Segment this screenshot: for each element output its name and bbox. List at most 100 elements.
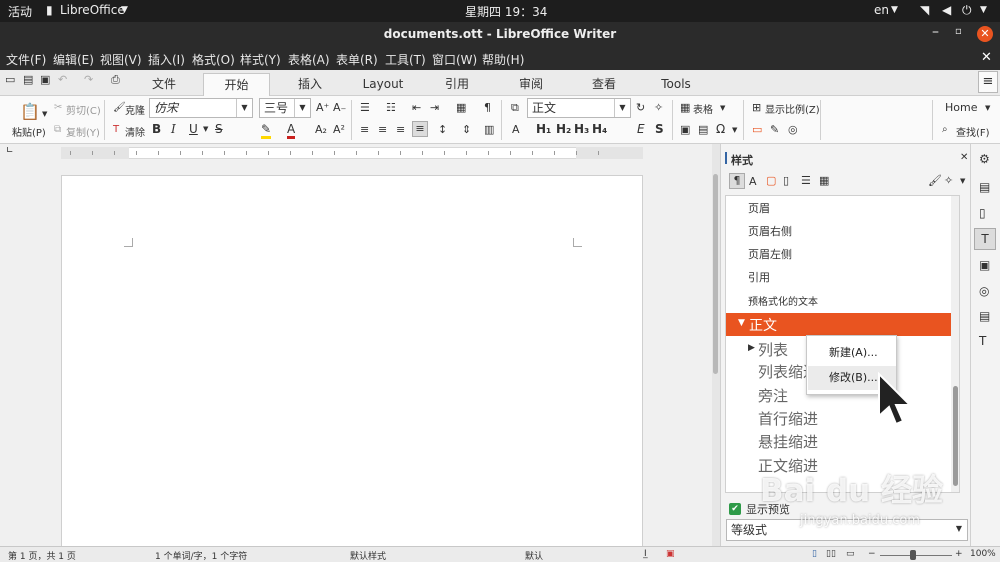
heading3-button[interactable]: H₃ [574, 122, 589, 136]
zoom-percent[interactable]: 100% [970, 549, 996, 559]
chevron-down-icon[interactable]: ▼ [960, 177, 965, 185]
default-paragraph-icon[interactable]: A [512, 123, 520, 136]
align-left-icon[interactable]: ≡ [360, 123, 369, 136]
special-character-icon[interactable]: Ω [716, 122, 725, 136]
undo-icon[interactable]: ↶ [58, 73, 67, 86]
language-status[interactable]: 默认 [525, 549, 543, 562]
zoom-slider[interactable] [880, 555, 952, 556]
tab-stop-icon[interactable]: ∟ [6, 146, 14, 156]
strong-button[interactable]: S [655, 122, 664, 136]
clone-button[interactable]: 克隆 [125, 102, 145, 117]
increase-indent-icon[interactable]: ⇥ [430, 101, 439, 114]
heading1-button[interactable]: H₁ [536, 122, 551, 136]
clear-button[interactable]: 清除 [125, 124, 145, 139]
navigator-icon[interactable]: ◎ [979, 284, 989, 298]
numbered-list-icon[interactable]: ☷ [386, 101, 396, 114]
new-style-icon[interactable]: ✧ [944, 174, 953, 187]
chevron-down-icon[interactable]: ▼ [732, 126, 737, 134]
book-view-icon[interactable]: ▭ [846, 549, 855, 559]
menu-view[interactable]: 视图(V) [100, 51, 142, 68]
chevron-down-icon[interactable]: ▼ [951, 520, 967, 540]
list-styles-icon[interactable]: ☰ [801, 174, 811, 187]
scrollbar-thumb[interactable] [713, 174, 718, 374]
paragraph-style-combo[interactable]: 正文 ▼ [527, 98, 631, 118]
fill-format-icon[interactable]: 🖌 [928, 174, 942, 187]
context-new-item[interactable]: 新建(A)... [808, 341, 896, 365]
hamburger-menu-icon[interactable]: ≡ [978, 71, 998, 93]
menu-insert[interactable]: 插入(I) [148, 51, 185, 68]
chevron-down-icon[interactable]: ▼ [42, 110, 47, 118]
language-indicator[interactable]: en [874, 3, 889, 17]
italic-button[interactable]: I [171, 122, 176, 136]
style-item-preformatted[interactable]: 预格式化的文本 [726, 293, 959, 313]
page-format-icon[interactable]: ▯ [979, 206, 986, 220]
copy-button[interactable]: 复制(Y) [66, 124, 100, 139]
save-icon[interactable]: ▣ [40, 73, 50, 86]
insert-mode-icon[interactable]: I̲ [644, 549, 647, 559]
activities-button[interactable]: 活动 [8, 3, 32, 20]
font-color-icon[interactable]: A [287, 122, 296, 139]
superscript-icon[interactable]: A² [333, 123, 345, 136]
new-document-icon[interactable]: ▭ [5, 73, 15, 86]
document-canvas[interactable] [0, 162, 712, 555]
emphasis-button[interactable]: E [637, 122, 645, 136]
bullet-list-icon[interactable]: ☰ [360, 101, 370, 114]
sidebar-toggle-icon[interactable]: ▥ [484, 123, 494, 136]
font-size-combo[interactable]: 三号 ▼ [259, 98, 311, 118]
zoom-button[interactable]: 显示比例(Z) [765, 101, 820, 116]
formatting-marks-icon[interactable]: ¶ [484, 101, 491, 114]
cut-button[interactable]: 剪切(C) [66, 102, 101, 117]
chart-icon[interactable]: ▤ [698, 123, 708, 136]
find-button[interactable]: 查找(F) [956, 124, 990, 139]
page-style-indicator[interactable]: 默认样式 [350, 549, 386, 562]
tab-view[interactable]: 查看 [580, 73, 628, 96]
strikethrough-button[interactable]: S [215, 122, 223, 136]
tab-file[interactable]: 文件 [140, 73, 188, 96]
styles-deck-icon[interactable]: T [974, 228, 996, 250]
chevron-down-icon[interactable]: ▼ [614, 99, 630, 117]
table-icon[interactable]: ▦ [680, 101, 690, 114]
style-item-quotations[interactable]: 引用 [726, 269, 959, 289]
tab-insert[interactable]: 插入 [285, 73, 335, 96]
menu-file[interactable]: 文件(F) [6, 51, 46, 68]
close-icon[interactable]: ✕ [977, 26, 993, 42]
menu-format[interactable]: 格式(O) [192, 51, 235, 68]
paragraph-spacing-icon[interactable]: ⇕ [462, 123, 471, 136]
menu-form[interactable]: 表单(R) [336, 51, 378, 68]
style-item-header-left[interactable]: 页眉左侧 [726, 246, 959, 266]
paragraph-styles-icon[interactable]: ¶ [729, 173, 745, 189]
background-color-icon[interactable]: ▦ [456, 101, 466, 114]
chevron-down-icon[interactable]: ▼ [294, 99, 310, 117]
page-styles-icon[interactable]: ▯ [783, 174, 789, 187]
bold-button[interactable]: B [152, 122, 161, 136]
menu-table[interactable]: 表格(A) [288, 51, 330, 68]
style-item-header[interactable]: 页眉 [726, 200, 959, 220]
subscript-icon[interactable]: A₂ [315, 123, 327, 136]
align-right-icon[interactable]: ≡ [396, 123, 405, 136]
image-icon[interactable]: ▣ [680, 123, 690, 136]
collapse-arrow-icon[interactable]: ▼ [738, 318, 745, 328]
paste-icon[interactable]: 📋 [20, 102, 40, 121]
close-document-icon[interactable]: ✕ [981, 50, 992, 65]
zoom-in-icon[interactable]: + [955, 549, 963, 559]
chevron-down-icon[interactable]: ▼ [720, 104, 725, 112]
frame-styles-icon[interactable]: ▢ [766, 174, 776, 187]
menu-tools[interactable]: 工具(T) [385, 51, 426, 68]
gallery-icon[interactable]: ▣ [979, 258, 990, 272]
minimize-icon[interactable]: – [932, 24, 939, 40]
power-icon[interactable]: ⏻ [962, 3, 972, 18]
style-list-scrollbar[interactable] [951, 196, 959, 492]
heading2-button[interactable]: H₂ [556, 122, 571, 136]
vertical-scrollbar[interactable] [712, 144, 720, 546]
heading4-button[interactable]: H₄ [592, 122, 607, 136]
close-sidebar-icon[interactable]: ✕ [960, 152, 968, 163]
justify-icon[interactable]: ≡ [412, 121, 428, 137]
page-count[interactable]: 第 1 页，共 1 页 [8, 549, 76, 562]
style-item-header-right[interactable]: 页眉右侧 [726, 223, 959, 243]
table-button[interactable]: 表格 [693, 101, 713, 116]
tab-home[interactable]: 开始 [203, 73, 270, 96]
tab-review[interactable]: 审阅 [507, 73, 555, 96]
character-styles-icon[interactable]: A [749, 175, 757, 188]
zoom-slider-thumb[interactable] [910, 550, 916, 560]
single-page-view-icon[interactable]: ▯ [812, 549, 817, 559]
